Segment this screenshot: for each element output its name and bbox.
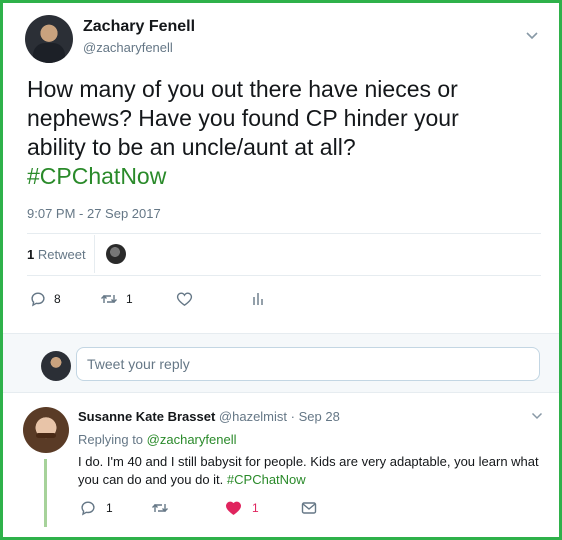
tweet-text-line: How many of you out there have nieces or xyxy=(27,76,458,102)
retweeter-avatar[interactable] xyxy=(106,244,126,264)
reply-date[interactable]: Sep 28 xyxy=(299,409,340,424)
hashtag-link[interactable]: #CPChatNow xyxy=(27,162,537,191)
reply-icon xyxy=(31,292,45,307)
reply-count: 8 xyxy=(54,292,61,306)
reply-author-avatar[interactable] xyxy=(23,407,69,453)
reply-author-handle[interactable]: @hazelmist xyxy=(219,409,287,424)
reply-reply-count: 1 xyxy=(106,501,113,515)
stat-separator xyxy=(94,235,95,273)
chevron-down-icon[interactable] xyxy=(531,412,543,420)
like-button[interactable] xyxy=(176,290,193,308)
retweet-stat-count: 1 xyxy=(27,247,35,262)
author-handle[interactable]: @zacharyfenell xyxy=(83,40,173,55)
envelope-icon xyxy=(301,502,317,514)
reply-date-separator: · xyxy=(290,409,295,424)
retweet-stat[interactable]: 1 Retweet xyxy=(27,247,86,262)
retweet-count: 1 xyxy=(126,292,133,306)
retweet-button[interactable]: 1 xyxy=(100,290,133,308)
retweet-stat-label: Retweet xyxy=(37,247,86,262)
main-tweet: Zachary Fenell @zacharyfenell How many o… xyxy=(3,3,559,333)
retweet-icon xyxy=(152,504,168,512)
reply-button[interactable]: 8 xyxy=(30,290,61,308)
heart-filled-icon xyxy=(225,501,242,515)
analytics-icon xyxy=(253,293,263,305)
retweet-icon xyxy=(101,295,117,303)
reply-text: I do. I'm 40 and I still babysit for peo… xyxy=(78,453,546,489)
author-avatar[interactable] xyxy=(25,15,73,63)
reply-text-body: I do. I'm 40 and I still babysit for peo… xyxy=(78,454,539,487)
screenshot-frame: Zachary Fenell @zacharyfenell How many o… xyxy=(0,0,562,540)
reply-icon xyxy=(81,501,95,516)
replying-to: Replying to @zacharyfenell xyxy=(78,432,236,447)
replying-to-prefix: Replying to xyxy=(78,432,144,447)
replying-to-link[interactable]: @zacharyfenell xyxy=(147,432,237,447)
reply-reply-button[interactable]: 1 xyxy=(80,500,113,516)
reply-composer xyxy=(3,333,559,393)
tweet-timestamp[interactable]: 9:07 PM - 27 Sep 2017 xyxy=(27,206,161,221)
chevron-down-icon[interactable] xyxy=(525,31,539,41)
heart-icon xyxy=(176,292,193,307)
reply-like-button[interactable]: 1 xyxy=(225,500,259,516)
author-name[interactable]: Zachary Fenell xyxy=(83,18,195,36)
reply-hashtag-link[interactable]: #CPChatNow xyxy=(227,472,306,487)
tweet-reply-input[interactable] xyxy=(76,347,540,381)
reply-tweet: Susanne Kate Brasset @hazelmist · Sep 28… xyxy=(3,395,559,537)
tweet-text: How many of you out there have nieces or… xyxy=(27,75,537,191)
reply-author-name[interactable]: Susanne Kate Brasset xyxy=(78,409,215,424)
tweet-text-line: nephews? Have you found CP hinder your xyxy=(27,105,459,131)
analytics-button[interactable] xyxy=(251,290,265,308)
current-user-avatar[interactable] xyxy=(41,351,71,381)
thread-line xyxy=(44,459,47,527)
reply-message-button[interactable] xyxy=(301,500,317,516)
reply-retweet-button[interactable] xyxy=(151,500,169,516)
divider xyxy=(27,275,541,276)
tweet-text-line: ability to be an uncle/aunt at all? xyxy=(27,134,356,160)
reply-like-count: 1 xyxy=(252,501,259,515)
divider xyxy=(27,233,541,234)
reply-author-line: Susanne Kate Brasset @hazelmist · Sep 28 xyxy=(78,409,340,424)
